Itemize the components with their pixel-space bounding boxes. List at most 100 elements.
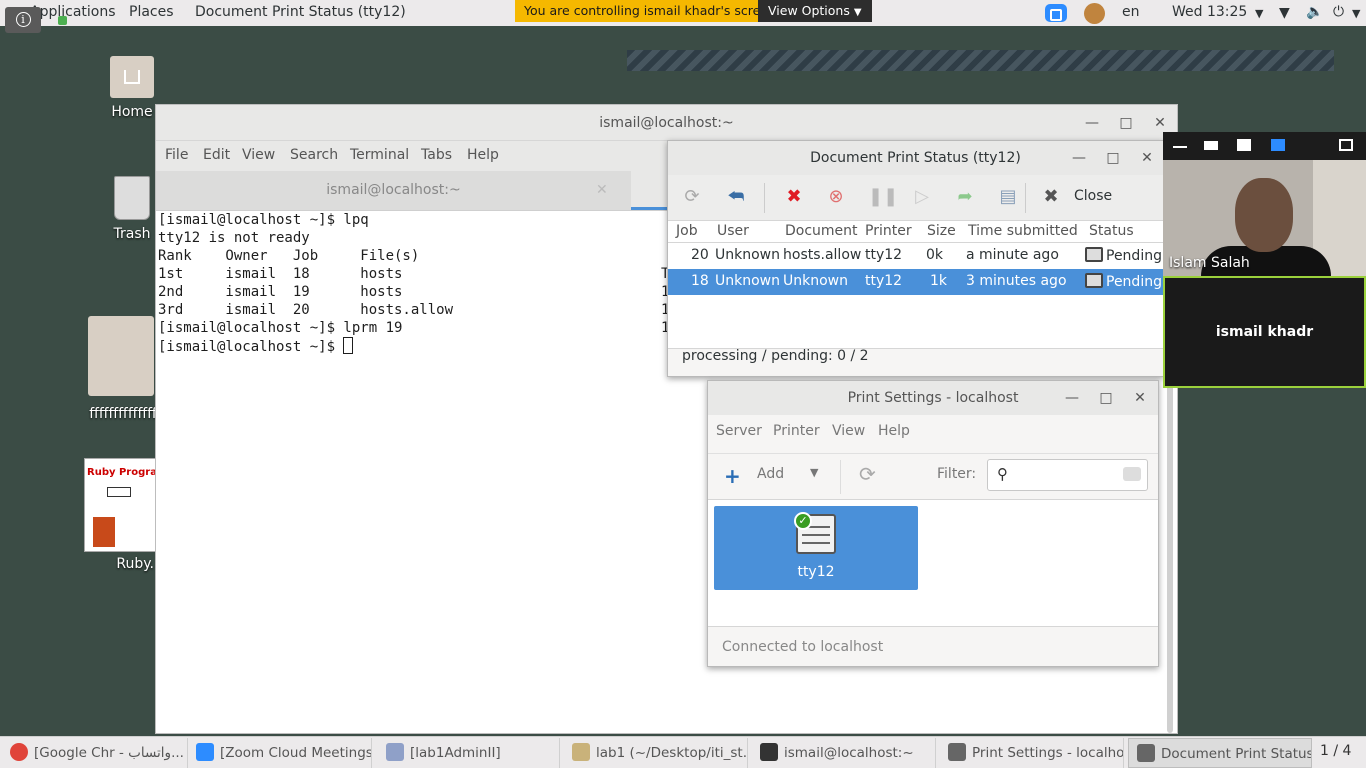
print-status-window: Document Print Status (tty12) — □ ✕ ⟳ ⮪ … [667,140,1164,377]
cell-job: 20 [691,247,709,263]
reprint-icon[interactable]: ⮪ [725,186,747,208]
menu-terminal[interactable]: Terminal [350,147,409,163]
filter-input[interactable]: ⚲ [987,459,1148,491]
menu-view[interactable]: View [242,147,275,163]
gallery-view-icon[interactable] [1271,139,1285,151]
print-status-titlebar[interactable]: Document Print Status (tty12) — □ ✕ [668,141,1163,175]
minimize-button[interactable]: — [1060,381,1084,415]
terminal-line: 2nd ismail 19 hosts [158,284,403,300]
add-icon[interactable]: + [724,464,741,488]
clear-icon[interactable] [1123,467,1141,481]
applications-menu[interactable]: Applications [30,4,116,20]
taskbar-item-editor[interactable]: lab1 (~/Desktop/iti_st... [568,738,748,768]
desktop-icon-folder[interactable]: ffffffffffffff [88,316,158,422]
taskbar-item-chrome[interactable]: [Google Chr - واتساب... [4,738,188,768]
column-header[interactable]: Time submitted [968,223,1078,239]
close-button[interactable]: ✕ [1128,381,1152,415]
language-indicator[interactable]: en [1122,4,1140,20]
menu-view[interactable]: View [832,423,865,439]
taskbar-item-zoom[interactable]: [Zoom Cloud Meetings] [192,738,372,768]
terminal-icon [760,743,778,761]
menu-file[interactable]: File [165,147,188,163]
desktop-icon-ruby[interactable]: Ruby Programmi Ruby. [84,458,156,572]
menu-printer[interactable]: Printer [773,423,820,439]
column-header[interactable]: Job [676,223,698,239]
cell-job: 18 [691,273,709,289]
close-icon[interactable]: ✖ [1040,186,1062,208]
hold-job-icon[interactable]: ❚❚ [868,186,898,208]
thumbnail-title: Ruby Programmi [87,467,156,478]
minimize-button[interactable]: — [1080,105,1104,141]
cell-document: hosts.allow [783,247,862,263]
info-icon[interactable]: i [5,7,41,33]
maximize-button[interactable]: □ [1101,141,1125,175]
filter-label: Filter: [937,466,977,482]
chevron-down-icon[interactable]: ▼ [1352,7,1360,20]
terminal-titlebar[interactable]: ismail@localhost:~ — □ ✕ [156,105,1177,141]
workspace-pager[interactable]: 1 / 4 [1320,743,1351,759]
window-title: Document Print Status (tty12) [810,150,1021,166]
desktop-icon-home[interactable]: Home [104,56,160,120]
participant-video-islam[interactable]: Islam Salah [1163,160,1366,276]
desktop-icon-label: Home [111,104,153,120]
menu-tabs[interactable]: Tabs [421,147,452,163]
table-row-selected[interactable]: 18 Unknown Unknown tty12 1k 3 minutes ag… [668,269,1163,295]
maximize-button[interactable]: □ [1114,105,1138,141]
desktop-icon-trash[interactable]: Trash [108,176,156,242]
table-empty-area[interactable] [668,295,1163,349]
taskbar-item-terminal[interactable]: ismail@localhost:~ [756,738,936,768]
clock[interactable]: Wed 13:25 [1172,4,1247,20]
view-options-button[interactable]: View Options ▼ [758,0,872,22]
delete-job-icon[interactable]: ✖ [783,186,805,208]
minimize-button[interactable]: — [1067,141,1091,175]
print-settings-titlebar[interactable]: Print Settings - localhost — □ ✕ [708,381,1158,415]
thumbnail-view-icon[interactable] [1204,141,1218,150]
chevron-down-icon: ▼ [853,7,862,18]
menu-help[interactable]: Help [467,147,499,163]
close-label[interactable]: Close [1074,188,1112,204]
cancel-job-icon[interactable]: ⊗ [825,186,847,208]
refresh-icon[interactable]: ⟳ [681,186,703,208]
add-button[interactable]: Add [757,466,784,482]
active-app-menu[interactable]: Document Print Status (tty12) [195,4,406,20]
places-menu[interactable]: Places [129,4,174,20]
taskbar-item-lab1admin[interactable]: [lab1AdminII] [382,738,560,768]
exit-fullscreen-icon[interactable] [1339,139,1353,151]
column-header[interactable]: Status [1089,223,1134,239]
power-icon[interactable]: ⏻ [1333,4,1344,20]
menu-help[interactable]: Help [878,423,910,439]
cell-printer: tty12 [865,247,903,263]
participant-video-ismail[interactable]: ismail khadr [1163,276,1366,388]
menu-edit[interactable]: Edit [203,147,230,163]
terminal-output[interactable]: [ismail@localhost ~]$ lpq tty12 is not re… [158,211,453,356]
chevron-down-icon[interactable]: ▼ [810,466,818,479]
column-header[interactable]: User [717,223,749,239]
column-header[interactable]: Printer [865,223,912,239]
taskbar-item-print-settings[interactable]: Print Settings - localhost [944,738,1124,768]
table-row[interactable]: 20 Unknown hosts.allow tty12 0k a minute… [668,243,1163,269]
printer-item-tty12[interactable]: ✓ tty12 [714,506,918,590]
refresh-icon[interactable]: ⟳ [859,462,876,486]
close-button[interactable]: ✕ [1135,141,1159,175]
minimize-video-icon[interactable] [1173,146,1187,148]
avatar[interactable] [1084,3,1105,24]
printers-view[interactable]: ✓ tty12 [708,499,1158,627]
maximize-button[interactable]: □ [1094,381,1118,415]
menu-server[interactable]: Server [716,423,762,439]
authenticate-icon[interactable]: ▤ [997,186,1019,208]
column-header[interactable]: Size [927,223,956,239]
speaker-view-icon[interactable] [1237,139,1251,151]
wifi-icon[interactable]: ▼ [1279,5,1290,21]
toolbar-separator [1025,183,1026,213]
column-header[interactable]: Document [785,223,858,239]
move-job-icon[interactable]: ➦ [954,186,976,208]
release-job-icon[interactable]: ▷ [911,186,933,208]
zoom-tray-icon[interactable] [1045,4,1067,22]
chevron-down-icon[interactable]: ▼ [1255,7,1263,20]
menu-search[interactable]: Search [290,147,338,163]
print-status-toolbar: ⟳ ⮪ ✖ ⊗ ❚❚ ▷ ➦ ▤ ✖ Close [668,175,1163,221]
volume-icon[interactable]: 🔈 [1306,4,1323,20]
taskbar-item-print-status[interactable]: Document Print Status... [1128,738,1312,768]
tab-close-icon[interactable]: ✕ [596,171,608,209]
terminal-tab[interactable]: ismail@localhost:~ ✕ [156,171,631,210]
